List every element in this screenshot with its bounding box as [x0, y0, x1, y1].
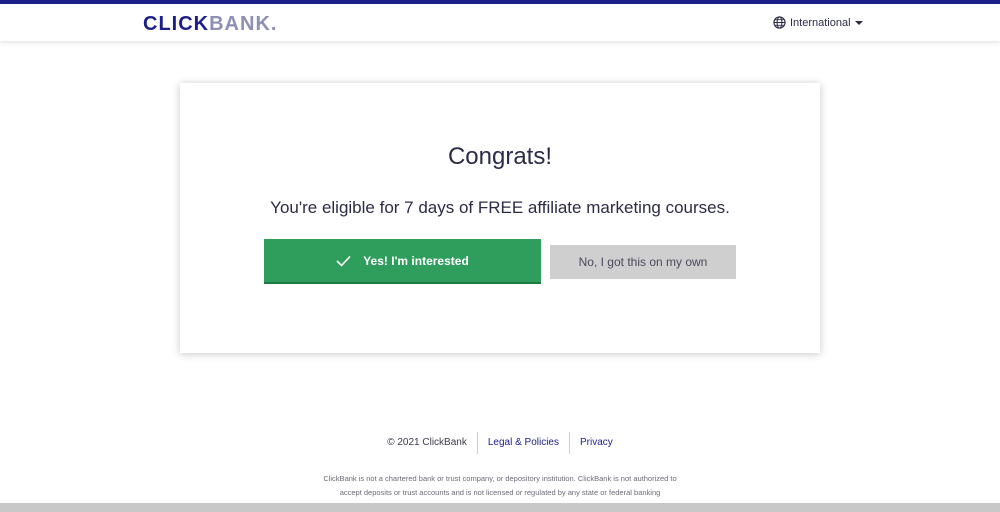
no-button-label: No, I got this on my own — [578, 255, 708, 269]
footer-links: © 2021 ClickBank Legal & Policies Privac… — [0, 432, 1000, 454]
congrats-title: Congrats! — [447, 143, 553, 170]
legal-policies-link[interactable]: Legal & Policies — [488, 437, 559, 448]
logo-dot: . — [270, 13, 278, 35]
bottom-scroll-bar — [0, 503, 1000, 512]
privacy-link[interactable]: Privacy — [580, 437, 613, 448]
site-header: CLICKBANK. International — [0, 4, 1000, 41]
clickbank-logo[interactable]: CLICKBANK. — [143, 13, 277, 35]
globe-icon — [773, 16, 786, 29]
offer-card: Congrats! You're eligible for 7 days of … — [180, 83, 820, 353]
yes-interested-button[interactable]: Yes! I'm interested — [264, 239, 541, 284]
logo-bank-text: BANK — [209, 13, 271, 35]
check-icon — [336, 255, 351, 267]
offer-subtitle: You're eligible for 7 days of FREE affil… — [270, 198, 730, 217]
language-selector[interactable]: International — [773, 16, 863, 29]
copyright-text: © 2021 ClickBank — [387, 437, 467, 448]
no-thanks-button[interactable]: No, I got this on my own — [550, 245, 736, 279]
disclaimer-line: accept deposits or trust accounts and is… — [339, 488, 661, 497]
yes-button-label: Yes! I'm interested — [363, 253, 469, 268]
footer-disclaimer: ClickBank is not a chartered bank or tru… — [300, 472, 700, 500]
language-label: International — [790, 16, 851, 29]
logo-click-text: CLICK — [143, 13, 210, 35]
caret-down-icon — [854, 20, 863, 26]
disclaimer-line: ClickBank is not a chartered bank or tru… — [323, 474, 677, 483]
